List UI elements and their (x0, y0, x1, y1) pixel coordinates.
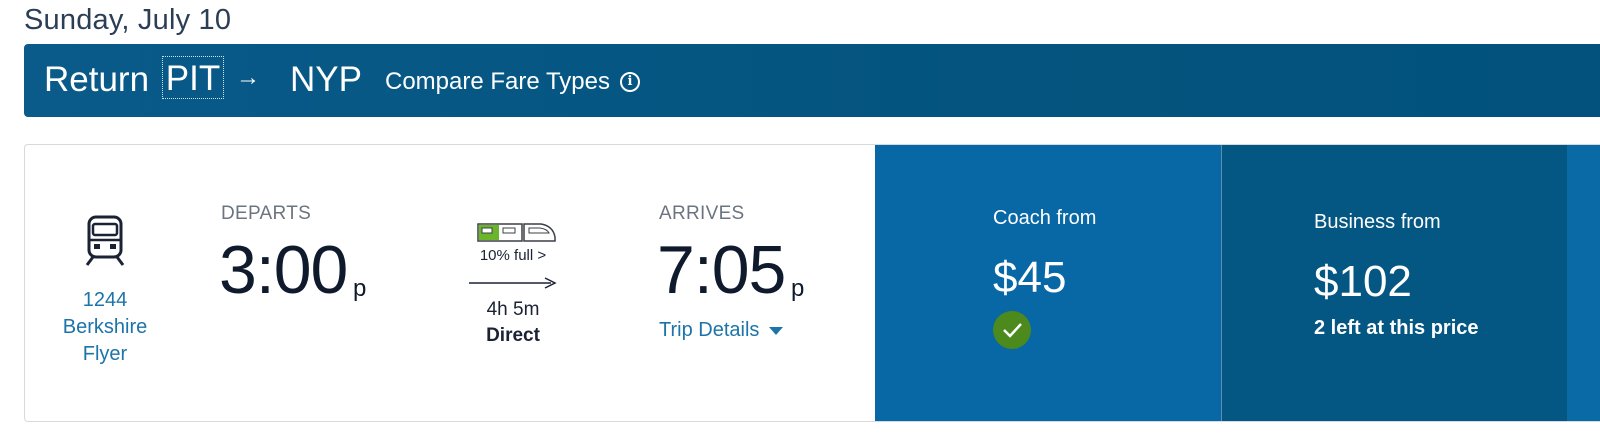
train-result-card: 1244 Berkshire Flyer DEPARTS 3:00 p 10% … (24, 144, 1600, 422)
business-fare-price: $102 (1314, 257, 1412, 306)
compare-fare-types-link[interactable]: Compare Fare Types i (385, 68, 640, 96)
arrives-label: ARRIVES (659, 203, 745, 224)
route-destination: NYP (290, 60, 362, 99)
route-header-bar: Return PIT → NYP Compare Fare Types i (24, 44, 1600, 117)
train-capacity-icon (477, 223, 556, 242)
coach-fare-title: Coach from (993, 207, 1097, 229)
route-origin[interactable]: PIT (162, 56, 224, 99)
trip-duration: 4h 5m (486, 299, 540, 320)
arrive-ampm: p (791, 275, 805, 302)
coach-fare-price: $45 (993, 253, 1067, 302)
coach-fare-button[interactable]: Coach from $45 (875, 145, 1221, 421)
business-seats-left: 2 left at this price (1314, 317, 1479, 339)
chevron-down-icon (769, 326, 784, 335)
info-icon[interactable]: i (620, 72, 640, 92)
train-number: 1244 (82, 289, 128, 311)
route-label: Return (44, 60, 150, 99)
business-fare-title: Business from (1314, 211, 1441, 233)
checkmark-icon (993, 311, 1031, 349)
train-number-link[interactable]: 1244 Berkshire Flyer (49, 287, 161, 368)
train-name-line1: Berkshire (62, 316, 148, 338)
capacity-link[interactable]: 10% full > (455, 247, 571, 264)
trip-details-label: Trip Details (659, 319, 760, 341)
train-name-line2: Flyer (82, 343, 128, 365)
next-fare-column[interactable] (1567, 145, 1600, 421)
date-heading: Sunday, July 10 (24, 4, 232, 36)
depart-time: 3:00 (219, 232, 348, 308)
compare-fare-types-label: Compare Fare Types (385, 68, 610, 95)
arrive-time: 7:05 (657, 232, 786, 308)
route-arrow-icon: → (236, 64, 260, 91)
trip-stops: Direct (486, 325, 540, 346)
train-front-icon (85, 215, 125, 266)
arrow-right-icon (469, 277, 557, 289)
business-fare-button[interactable]: Business from $102 2 left at this price (1221, 145, 1568, 421)
trip-details-link[interactable]: Trip Details (659, 319, 784, 342)
depart-ampm: p (353, 275, 367, 302)
departs-label: DEPARTS (221, 203, 312, 224)
